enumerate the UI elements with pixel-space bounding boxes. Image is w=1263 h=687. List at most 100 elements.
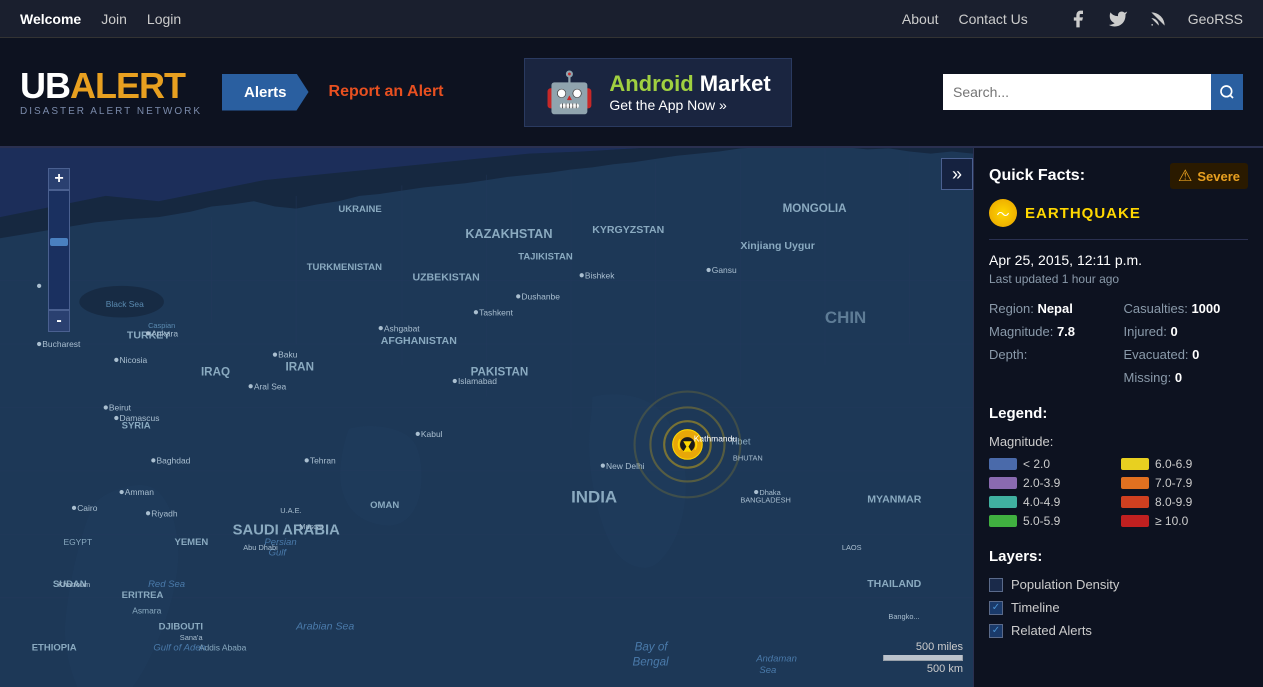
map-scale: 500 miles 500 km [883,641,963,675]
search-button[interactable] [1211,74,1243,110]
scale-km-text: 500 km [927,663,963,675]
search-area [943,74,1243,110]
join-link[interactable]: Join [101,11,127,27]
magnitude-color [989,515,1017,527]
magnitude-legend-label: Magnitude: [989,434,1248,449]
magnitude-color [1121,496,1149,508]
svg-text:YEMEN: YEMEN [175,537,209,548]
svg-text:Black Sea: Black Sea [106,299,144,309]
magnitude-color [989,458,1017,470]
right-panel: Quick Facts: ⚠ Severe 〜 EARTHQUAKE Apr 2… [973,148,1263,687]
magnitude-color [1121,477,1149,489]
event-type-label: EARTHQUAKE [1025,205,1141,222]
magnitude-range: ≥ 10.0 [1155,514,1188,528]
quick-facts-header: Quick Facts: ⚠ Severe [989,163,1248,189]
legend-title: Legend: [989,405,1248,422]
svg-text:Amman: Amman [125,487,154,497]
zoom-thumb [50,238,68,246]
layer-item[interactable]: ✓Related Alerts [989,623,1248,638]
casualties-value: 1000 [1191,301,1220,316]
layer-checkbox[interactable]: ✓ [989,601,1003,615]
svg-text:Ashgabat: Ashgabat [384,323,420,333]
header-bar: UBALERT DISASTER ALERT NETWORK Alerts Re… [0,38,1263,148]
casualties-item: Casualties: 1000 [1124,301,1249,316]
facebook-icon[interactable] [1068,9,1088,29]
svg-text:Islamabad: Islamabad [458,376,497,386]
magnitude-label: Magnitude: [989,324,1053,339]
svg-text:MYANMAR: MYANMAR [867,494,922,506]
nav-left: Welcome Join Login [20,11,181,27]
layer-item[interactable]: Population Density [989,577,1248,592]
svg-text:MONGOLIA: MONGOLIA [783,202,848,215]
welcome-text: Welcome [20,11,81,27]
android-market-text: Android Market [609,71,770,97]
search-input[interactable] [943,84,1211,100]
svg-text:KYRGYZSTAN: KYRGYZSTAN [592,224,664,236]
quick-facts-title: Quick Facts: [989,167,1085,185]
svg-text:TURKMENISTAN: TURKMENISTAN [307,262,382,273]
magnitude-item: 8.0-9.9 [1121,495,1248,509]
layer-checkbox[interactable] [989,578,1003,592]
rss-icon[interactable] [1148,9,1168,29]
svg-text:Khartoum: Khartoum [58,580,90,589]
svg-text:Tehran: Tehran [310,456,336,466]
magnitude-item: Magnitude: 7.8 [989,324,1114,339]
svg-text:Cairo: Cairo [77,503,97,513]
market-word: Market [694,71,771,96]
svg-text:Addis Ababa: Addis Ababa [199,643,247,653]
magnitude-item: 4.0-4.9 [989,495,1116,509]
layer-item[interactable]: ✓ Timeline [989,600,1248,615]
svg-text:Riyadh: Riyadh [151,508,178,518]
get-app-text: Get the App Now » [609,97,727,113]
injured-label: Injured: [1124,324,1167,339]
report-alert-link[interactable]: Report an Alert [329,83,444,101]
missing-item-2: Missing: 0 [1124,370,1249,385]
georss-link[interactable]: GeoRSS [1188,11,1243,27]
scale-line-mi [883,655,963,661]
layer-checkbox[interactable]: ✓ [989,624,1003,638]
missing-label: Missing: [1124,370,1172,385]
svg-text:TAJIKISTAN: TAJIKISTAN [518,251,573,262]
magnitude-color [989,477,1017,489]
svg-text:Kathmandu: Kathmandu [694,433,738,443]
casualties-label: Casualties: [1124,301,1188,316]
expand-button[interactable]: » [941,158,973,190]
magnitude-range: < 2.0 [1023,457,1050,471]
logo-subtitle: DISASTER ALERT NETWORK [20,106,202,117]
magnitude-value: 7.8 [1057,324,1075,339]
logo[interactable]: UBALERT DISASTER ALERT NETWORK [20,68,202,117]
contact-us-link[interactable]: Contact Us [959,11,1028,27]
svg-text:AFGHANISTAN: AFGHANISTAN [381,335,457,347]
magnitude-range: 5.0-5.9 [1023,514,1060,528]
severity-icon: ⚠ [1178,166,1192,186]
alerts-button[interactable]: Alerts [222,74,309,111]
about-link[interactable]: About [902,11,939,27]
twitter-icon[interactable] [1108,9,1128,29]
magnitude-range: 2.0-3.9 [1023,476,1060,490]
layer-label: Timeline [1011,600,1060,615]
svg-text:Asmara: Asmara [132,606,161,616]
evacuated-label: Evacuated: [1124,347,1189,362]
zoom-slider[interactable] [48,190,70,310]
svg-text:Kabul: Kabul [421,429,443,439]
zoom-in-button[interactable]: + [48,168,70,190]
android-banner[interactable]: 🤖 Android Market Get the App Now » [524,58,792,127]
svg-text:Andaman: Andaman [755,653,797,664]
svg-text:OMAN: OMAN [370,500,399,511]
svg-text:Bangko...: Bangko... [888,612,919,621]
svg-text:Arabian Sea: Arabian Sea [295,621,354,633]
magnitude-range: 8.0-9.9 [1155,495,1192,509]
android-word: Android [609,71,693,96]
login-link[interactable]: Login [147,11,181,27]
svg-text:DJIBOUTI: DJIBOUTI [159,622,203,633]
svg-text:Muscat: Muscat [299,522,323,531]
svg-text:Dhaka: Dhaka [759,488,781,497]
zoom-out-button[interactable]: - [48,310,70,332]
depth-item: Depth: [989,347,1114,362]
top-navigation: Welcome Join Login About Contact Us  Ge… [0,0,1263,38]
magnitude-color [1121,515,1149,527]
severity-badge: ⚠ Severe [1170,163,1248,189]
legend-section: Legend: Magnitude: < 2.06.0-6.92.0-3.97.… [989,405,1248,528]
magnitude-item: 5.0-5.9 [989,514,1116,528]
map-area[interactable]: Black Sea Caspian TURKEY IRAQ IRAN SYRIA… [0,148,973,687]
